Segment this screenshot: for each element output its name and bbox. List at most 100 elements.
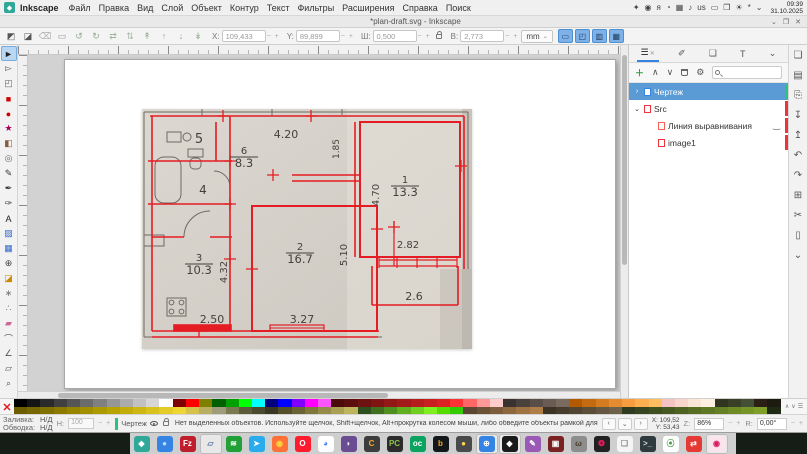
horizontal-scrollbar[interactable]	[18, 391, 620, 398]
color-swatch[interactable]	[569, 399, 582, 407]
brightness-icon[interactable]: ☀	[735, 3, 742, 12]
taskbar-chrome[interactable]: ◕	[315, 434, 337, 454]
color-swatch[interactable]	[305, 399, 318, 407]
menu-Расширения[interactable]: Расширения	[338, 2, 398, 14]
new-document-icon[interactable]: ❏	[794, 50, 803, 61]
color-swatch[interactable]	[265, 399, 278, 407]
mesh-tool[interactable]: ▦	[1, 241, 17, 256]
color-swatch[interactable]	[741, 399, 754, 407]
taskbar-terminal[interactable]: >_	[637, 434, 659, 454]
objects-tab[interactable]: ☰✕	[637, 45, 659, 62]
taskbar-green-circle[interactable]: ⦿	[660, 434, 682, 454]
status-nav-button[interactable]: ‹	[602, 418, 616, 430]
select-all-layers-icon[interactable]: ◪	[21, 31, 35, 42]
vertical-ruler[interactable]	[18, 55, 28, 391]
lower-layer-button[interactable]: ∨	[667, 67, 674, 78]
commands-more-icon[interactable]: ⌄	[794, 250, 802, 261]
flip-horizontal-icon[interactable]: ⇄	[106, 31, 120, 42]
pencil-tool[interactable]: ✎	[1, 166, 17, 181]
color-swatch[interactable]	[424, 399, 437, 407]
color-swatch[interactable]	[14, 399, 27, 407]
lock-ratio-icon[interactable]	[436, 34, 442, 39]
taskbar-krita[interactable]: ✎	[522, 434, 544, 454]
taskbar-b-app[interactable]: b	[430, 434, 452, 454]
taskbar-gimp[interactable]: ω	[568, 434, 590, 454]
taskbar-browser-blue[interactable]: ●	[154, 434, 176, 454]
redo-icon[interactable]: ↷	[794, 170, 802, 181]
layer-settings-icon[interactable]: ⚙	[696, 67, 704, 78]
canvas[interactable]: 544.201.854.702.822.64.325.102.503.2768.…	[28, 55, 620, 391]
taskbar-document[interactable]: ❏	[614, 434, 636, 454]
raise-to-top-icon[interactable]: ↟	[140, 31, 154, 42]
color-swatch[interactable]	[159, 399, 172, 407]
raise-icon[interactable]: ↑	[157, 31, 171, 42]
color-swatch[interactable]	[582, 399, 595, 407]
shape-builder-tool[interactable]: ◰	[1, 76, 17, 91]
color-swatch[interactable]	[173, 399, 186, 407]
taskbar-red-arrows[interactable]: ⇄	[683, 434, 705, 454]
color-swatch[interactable]	[384, 399, 397, 407]
color-swatch[interactable]	[767, 399, 780, 407]
gradient-tool[interactable]: ▨	[1, 226, 17, 241]
lower-icon[interactable]: ↓	[174, 31, 188, 42]
measure-tool[interactable]: ∠	[1, 346, 17, 361]
menu-Справка[interactable]: Справка	[399, 2, 442, 14]
cut-icon[interactable]: ✂	[794, 210, 802, 221]
taskbar-firefox[interactable]: ◉	[269, 434, 291, 454]
lower-to-bottom-icon[interactable]: ↡	[191, 31, 205, 42]
color-swatch[interactable]	[450, 399, 463, 407]
scale-pattern-toggle[interactable]: ▦	[609, 29, 624, 43]
opacity-field[interactable]: 100	[68, 418, 94, 429]
rectangle-tool[interactable]: ■	[1, 91, 17, 106]
select-touch-icon[interactable]: ▭	[55, 31, 69, 42]
zoom-field[interactable]: 86%	[694, 418, 724, 430]
pen-tool[interactable]: ✒	[1, 181, 17, 196]
color-swatch[interactable]	[107, 399, 120, 407]
color-swatch[interactable]	[186, 399, 199, 407]
objects-search-input[interactable]	[712, 66, 782, 79]
updates-icon[interactable]: ◔	[666, 3, 671, 12]
bluetooth-icon[interactable]: *	[748, 3, 751, 12]
menu-Объект[interactable]: Объект	[187, 2, 226, 14]
taskbar-magenta-tool[interactable]: ◉	[706, 434, 728, 454]
taskbar-green-app[interactable]: ≋	[223, 434, 245, 454]
color-swatch[interactable]	[371, 399, 384, 407]
color-swatch[interactable]	[662, 399, 675, 407]
print-icon[interactable]: ⎘	[794, 90, 802, 101]
units-dropdown[interactable]: mm⌄	[521, 30, 552, 43]
no-color-swatch[interactable]: ✕	[0, 399, 14, 415]
fill-stroke-tab[interactable]: ✐	[674, 46, 690, 61]
taskbar-earth[interactable]: ⊕	[476, 434, 498, 454]
taskbar-opera[interactable]: O	[292, 434, 314, 454]
open-document-icon[interactable]: ▤	[793, 70, 802, 81]
taskbar-telegram[interactable]: ➤	[246, 434, 268, 454]
color-swatch[interactable]	[503, 399, 516, 407]
menu-Слой[interactable]: Слой	[157, 2, 187, 14]
text-tool[interactable]: A	[1, 211, 17, 226]
menu-Правка[interactable]: Правка	[95, 2, 133, 14]
color-swatch[interactable]	[530, 399, 543, 407]
export-tab[interactable]: ❏	[705, 46, 721, 61]
palette-controls[interactable]: ∧∨☰	[781, 399, 807, 414]
menu-Файл[interactable]: Файл	[65, 2, 95, 14]
ellipse-tool[interactable]: ●	[1, 106, 17, 121]
color-swatch[interactable]	[437, 399, 450, 407]
color-swatch[interactable]	[477, 399, 490, 407]
color-swatch[interactable]	[622, 399, 635, 407]
color-swatch[interactable]	[146, 399, 159, 407]
zoom-tool[interactable]: ⌕	[1, 376, 17, 391]
calligraphy-tool[interactable]: ✑	[1, 196, 17, 211]
width-field[interactable]: 0,500	[373, 30, 417, 42]
shade-button[interactable]: ⌄	[771, 18, 777, 26]
color-swatch[interactable]	[344, 399, 357, 407]
taskbar-purple-app[interactable]: ◗	[338, 434, 360, 454]
color-swatch[interactable]	[54, 399, 67, 407]
taskbar-pycharm[interactable]: PC	[384, 434, 406, 454]
selector-tool[interactable]: ►	[1, 46, 17, 61]
color-swatch[interactable]	[40, 399, 53, 407]
layer-visibility-icon[interactable]	[150, 421, 158, 426]
deselect-icon[interactable]: ⌫	[38, 31, 52, 42]
layer-row-Src[interactable]: ⌄Src	[629, 100, 788, 117]
color-swatch[interactable]	[93, 399, 106, 407]
color-swatch[interactable]	[516, 399, 529, 407]
